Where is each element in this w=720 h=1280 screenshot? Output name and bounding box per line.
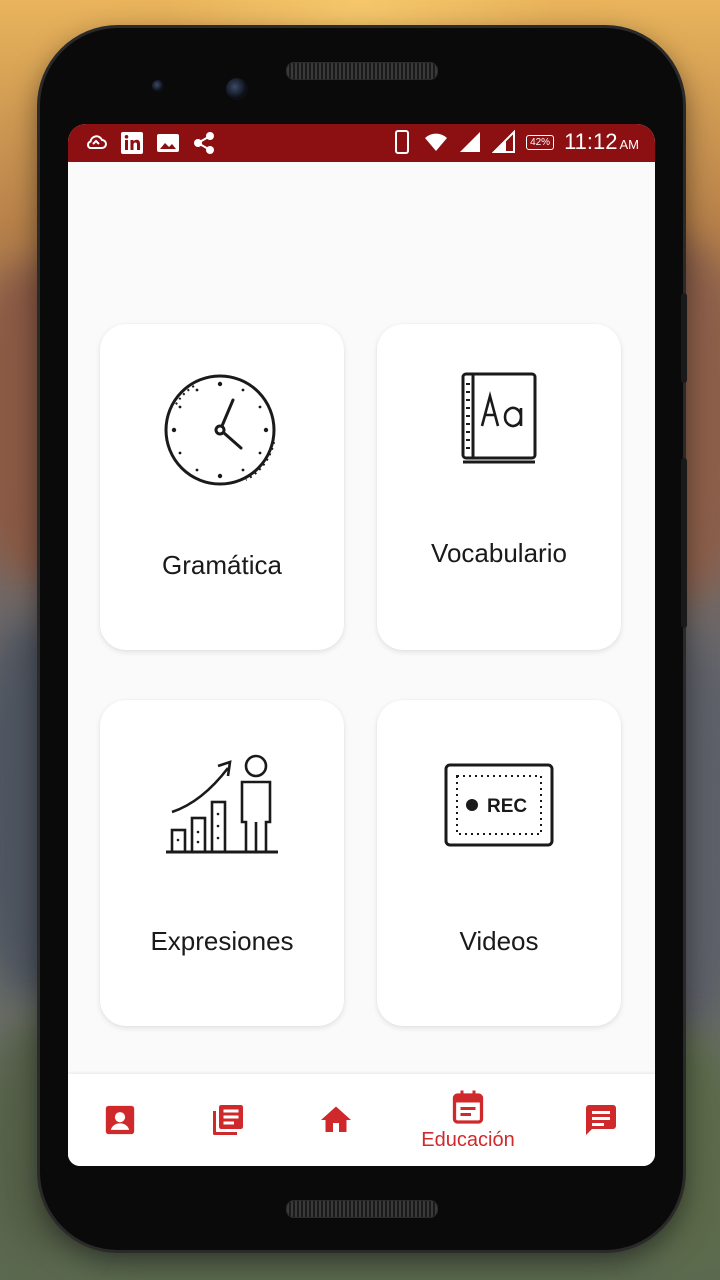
clock-icon: [164, 374, 276, 486]
signal-icon: [460, 132, 481, 152]
card-videos[interactable]: REC Videos: [377, 700, 621, 1026]
linkedin-icon: [121, 132, 143, 154]
front-camera-icon: [226, 78, 248, 100]
card-label: Videos: [459, 926, 539, 956]
home-icon: [321, 1106, 351, 1132]
image-icon: [157, 134, 179, 152]
status-bar: 42% 11:12 AM: [68, 124, 655, 162]
profile-icon: [105, 1105, 135, 1135]
nav-label: Educación: [421, 1128, 515, 1151]
share-nodes-icon: [194, 132, 214, 154]
rec-icon: REC: [444, 763, 554, 847]
earpiece-speaker: [286, 62, 438, 80]
growth-chart-icon: [166, 754, 278, 854]
calendar-icon: [452, 1090, 484, 1124]
bottom-navigation: Educación: [68, 1074, 655, 1166]
app-screen: 42% 11:12 AM Gramática Vocabulario Expre…: [68, 124, 655, 1166]
library-icon: [213, 1105, 243, 1135]
nav-item-profile[interactable]: [92, 1074, 148, 1166]
bottom-speaker: [286, 1200, 438, 1218]
nav-item-educacion[interactable]: Educación: [398, 1074, 538, 1166]
card-gramatica[interactable]: Gramática: [100, 324, 344, 650]
nav-item-library[interactable]: [200, 1074, 256, 1166]
signal-icon-secondary: [492, 130, 516, 153]
power-button: [681, 458, 687, 628]
volume-button: [681, 293, 687, 383]
card-expresiones[interactable]: Expresiones: [100, 700, 344, 1026]
status-clock: 11:12 AM: [564, 129, 639, 154]
cloud-sync-icon: [87, 135, 107, 149]
sensor-icon: [152, 80, 164, 92]
battery-indicator: 42%: [526, 134, 555, 150]
nav-item-home[interactable]: [308, 1074, 364, 1166]
dictionary-icon: [461, 372, 537, 464]
card-label: Gramática: [162, 550, 282, 580]
card-label: Expresiones: [150, 926, 294, 956]
wifi-icon: [425, 133, 448, 151]
nav-item-chat[interactable]: [573, 1074, 629, 1166]
card-label: Vocabulario: [431, 538, 567, 568]
phone-status-icon: [395, 130, 410, 154]
card-vocabulario[interactable]: Vocabulario: [377, 324, 621, 650]
svg-text:REC: REC: [487, 796, 527, 817]
chat-icon: [586, 1105, 616, 1135]
